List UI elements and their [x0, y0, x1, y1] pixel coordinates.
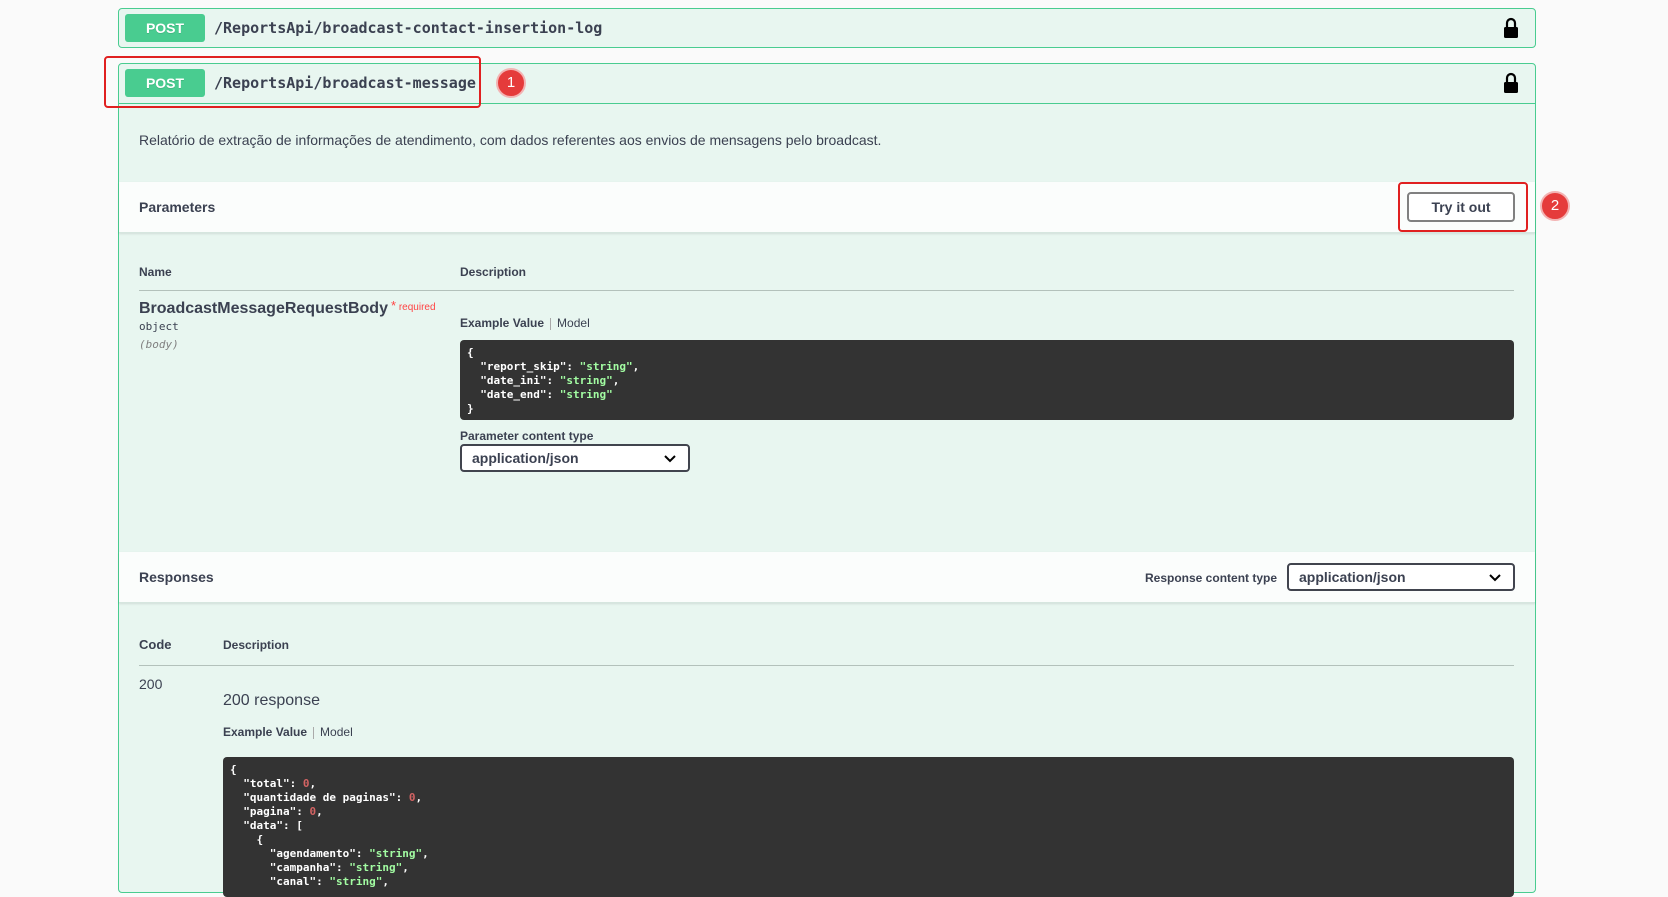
- code-line: "report_skip": "string",: [480, 360, 640, 373]
- operation-summary[interactable]: POST /ReportsApi/broadcast-contact-inser…: [119, 9, 1535, 48]
- tab-example-value[interactable]: Example Value: [460, 316, 544, 330]
- tab-model[interactable]: Model: [320, 725, 353, 739]
- response-code: 200: [139, 676, 163, 692]
- code-line: "canal": "string",: [269, 875, 389, 888]
- code-line: {: [230, 763, 237, 776]
- annotation-badge-2: 2: [1540, 191, 1570, 221]
- code-line: "date_end": "string": [480, 388, 613, 401]
- example-model-tabs: Example Value Model: [223, 725, 353, 739]
- responses-title: Responses: [139, 569, 214, 585]
- example-model-tabs: Example Value Model: [460, 316, 590, 330]
- parameter-content-type-select[interactable]: application/json: [460, 444, 690, 472]
- chevron-down-icon: [1489, 574, 1501, 582]
- col-name: Name: [139, 265, 172, 279]
- code-line: "quantidade de paginas": 0,: [243, 791, 423, 804]
- response-content-type-select[interactable]: application/json: [1287, 563, 1515, 591]
- parameter-in: (body): [139, 338, 179, 351]
- col-description: Description: [460, 265, 527, 279]
- col-description: Description: [223, 638, 290, 652]
- code-line: "total": 0,: [243, 777, 317, 790]
- code-line: "agendamento": "string",: [269, 847, 429, 860]
- col-code: Code: [139, 637, 172, 652]
- parameters-title: Parameters: [139, 199, 216, 215]
- divider: [139, 290, 1514, 291]
- request-example-code: { "report_skip": "string", "date_ini": "…: [460, 340, 1514, 420]
- operation-path[interactable]: /ReportsApi/broadcast-contact-insertion-…: [214, 19, 602, 37]
- code-line: "pagina": 0,: [243, 805, 323, 818]
- response-content-type-label: Response content type: [1145, 571, 1278, 585]
- operation-broadcast-message: POST /ReportsApi/broadcast-message Relat…: [118, 63, 1536, 897]
- parameter-name: BroadcastMessageRequestBody: [139, 300, 388, 317]
- tab-model[interactable]: Model: [557, 316, 590, 330]
- parameter-content-type-label: Parameter content type: [460, 429, 594, 443]
- tab-example-value[interactable]: Example Value: [223, 725, 307, 739]
- method-badge: POST: [125, 14, 205, 42]
- required-marker: * required: [391, 298, 436, 313]
- lock-icon[interactable]: [1503, 17, 1519, 39]
- operation-broadcast-contact-insertion-log: POST /ReportsApi/broadcast-contact-inser…: [118, 8, 1536, 48]
- response-description: 200 response: [223, 692, 320, 709]
- parameters-header: Parameters Try it out: [119, 182, 1535, 233]
- lock-icon[interactable]: [1503, 72, 1519, 94]
- code-line: {: [467, 346, 474, 359]
- code-line: "campanha": "string",: [269, 861, 409, 874]
- parameter-type: object: [139, 320, 179, 333]
- code-line: "data": [: [243, 819, 303, 832]
- operation-description: Relatório de extração de informações de …: [139, 132, 882, 148]
- annotation-badge-1: 1: [496, 68, 526, 98]
- annotation-box-2: [1398, 182, 1528, 232]
- code-line: }: [467, 402, 474, 415]
- annotation-box-1: [104, 56, 481, 108]
- code-line: "date_ini": "string",: [480, 374, 620, 387]
- response-example-code: { "total": 0, "quantidade de paginas": 0…: [223, 757, 1514, 897]
- code-line: {: [230, 833, 264, 846]
- chevron-down-icon: [664, 455, 676, 463]
- divider: [139, 665, 1514, 666]
- responses-header: Responses Response content type applicat…: [119, 552, 1535, 603]
